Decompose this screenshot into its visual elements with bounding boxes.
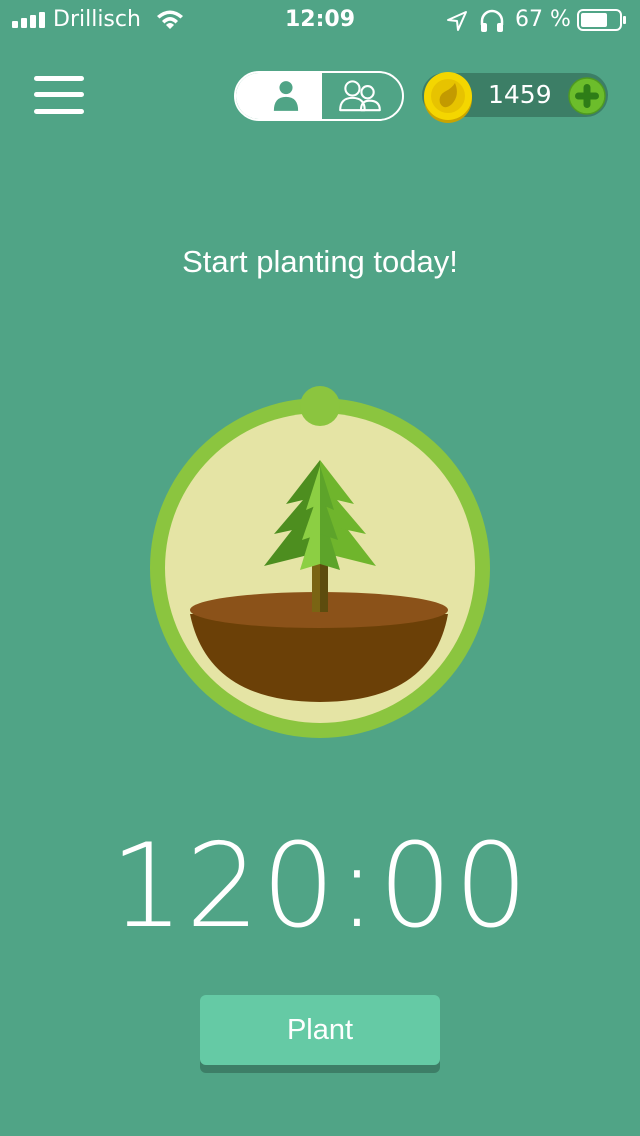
coin-icon (424, 72, 472, 123)
solo-mode-tab[interactable] (236, 73, 322, 119)
person-icon (273, 81, 299, 111)
planting-prompt: Start planting today! (182, 244, 458, 279)
coin-count: 1459 (488, 80, 552, 109)
group-mode-tab[interactable] (322, 73, 402, 119)
dial-handle (300, 386, 340, 426)
status-bar: Drillisch 12:09 67 % (0, 0, 640, 40)
coin-balance[interactable]: 1459 (422, 72, 608, 123)
plant-button[interactable]: Plant (200, 995, 440, 1065)
tree-timer-dial[interactable] (148, 384, 492, 740)
mode-toggle[interactable] (234, 71, 404, 121)
location-icon (447, 11, 467, 31)
battery-icon (577, 9, 626, 31)
menu-button[interactable] (34, 74, 86, 116)
add-coins-button[interactable] (568, 77, 606, 115)
group-icon (339, 80, 381, 112)
timer-display: 120:00 (109, 819, 531, 954)
menu-icon (34, 76, 84, 81)
headphones-icon (480, 9, 504, 32)
battery-percent: 67 % (515, 7, 571, 32)
